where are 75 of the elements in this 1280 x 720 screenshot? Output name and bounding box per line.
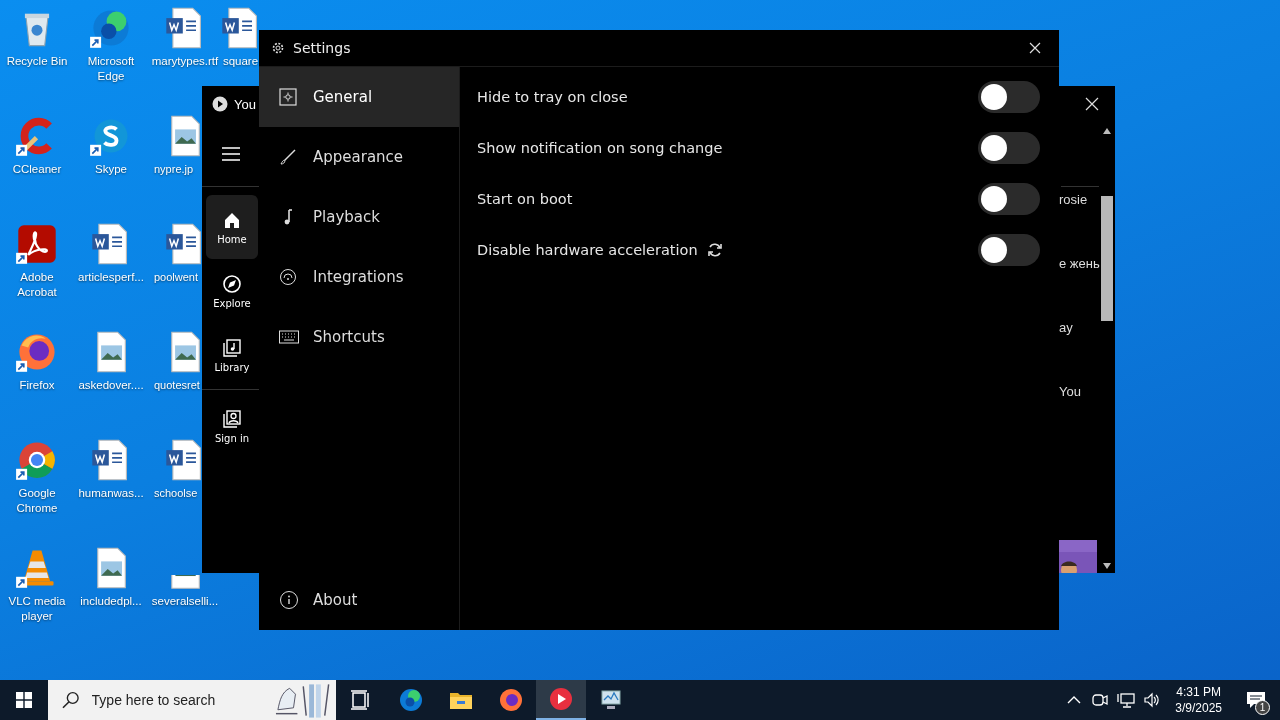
desktop-icon-label: Microsoft Edge bbox=[86, 54, 136, 84]
settings-icon bbox=[271, 41, 285, 55]
close-icon[interactable] bbox=[1029, 42, 1041, 54]
browser-icon bbox=[399, 688, 423, 712]
desktop-icon-label: VLC media player bbox=[7, 594, 67, 624]
settings-nav-item[interactable]: General bbox=[259, 67, 459, 127]
toggle-switch[interactable] bbox=[978, 182, 1040, 215]
toggle-switch[interactable] bbox=[978, 233, 1040, 266]
desktop-icon-label: poolwent bbox=[153, 270, 199, 285]
search-icon bbox=[62, 691, 80, 709]
setting-label: Start on boot bbox=[477, 190, 573, 207]
settings-nav-item[interactable]: Appearance bbox=[259, 127, 459, 187]
window-title: Settings bbox=[293, 40, 351, 56]
desktop-icon-label: Adobe Acrobat bbox=[16, 270, 58, 300]
desktop-icon-label: CCleaner bbox=[12, 162, 62, 177]
song-title[interactable]: rosie bbox=[1059, 192, 1088, 207]
setting-label: Disable hardware acceleration bbox=[477, 241, 698, 258]
song-title[interactable]: ay bbox=[1059, 320, 1073, 335]
volume-icon[interactable] bbox=[1143, 691, 1162, 709]
gauge-icon bbox=[279, 268, 299, 286]
close-icon[interactable] bbox=[1085, 97, 1099, 111]
gear-square-icon bbox=[279, 88, 299, 106]
window-title: You bbox=[234, 96, 256, 112]
song-title[interactable]: You bbox=[1059, 384, 1081, 399]
menu-icon[interactable] bbox=[221, 147, 240, 161]
scroll-down-icon[interactable] bbox=[1103, 563, 1111, 569]
windows-start-icon[interactable] bbox=[16, 692, 32, 708]
desktop-icon-label: humanwas... bbox=[78, 486, 144, 501]
browser-icon bbox=[499, 688, 523, 712]
keyboard-icon bbox=[279, 328, 299, 346]
scrollbar-thumb[interactable] bbox=[1101, 196, 1113, 321]
desktop-icon-label: Google Chrome bbox=[15, 486, 59, 516]
word-document-icon[interactable] bbox=[222, 6, 259, 50]
music-library-icon bbox=[222, 337, 242, 358]
desktop-icon-label: nypre.jp bbox=[153, 162, 194, 177]
clock-time[interactable]: 4:31 PM bbox=[1176, 684, 1221, 700]
settings-nav-item[interactable]: Shortcuts bbox=[259, 307, 459, 367]
person-icon bbox=[222, 408, 242, 429]
monitor-icon bbox=[599, 688, 623, 712]
desktop-icon-label: severalselli... bbox=[151, 594, 219, 609]
compass-icon bbox=[222, 273, 242, 294]
desktop-icon-label: articlesperf... bbox=[78, 270, 144, 285]
word-document-icon[interactable] bbox=[163, 222, 202, 266]
settings-nav-item[interactable]: Playback bbox=[259, 187, 459, 247]
toggle-switch[interactable] bbox=[978, 131, 1040, 164]
desktop-icon-label: Firefox bbox=[19, 378, 55, 393]
search-field[interactable]: Type here to search bbox=[89, 691, 264, 709]
nav-item[interactable]: Home bbox=[206, 195, 258, 259]
desktop-icon-label: askedover.... bbox=[78, 378, 144, 393]
nav-item[interactable]: Library bbox=[206, 323, 258, 387]
clock-date[interactable]: 3/9/2025 bbox=[1175, 700, 1222, 716]
play-icon bbox=[212, 96, 228, 112]
desktop-icon-label: quotesret bbox=[153, 378, 200, 393]
word-document-icon[interactable] bbox=[163, 438, 202, 482]
toggle-switch[interactable] bbox=[978, 80, 1040, 113]
desktop-icon-label: marytypes.rtf bbox=[151, 54, 219, 69]
play-icon bbox=[549, 687, 573, 711]
nav-item[interactable]: Explore bbox=[206, 259, 258, 323]
settings-nav-item[interactable]: Integrations bbox=[259, 247, 459, 307]
desktop-icon-label: Recycle Bin bbox=[6, 54, 68, 69]
setting-label: Hide to tray on close bbox=[477, 88, 628, 105]
info-icon bbox=[279, 591, 299, 609]
pdf-app-icon[interactable] bbox=[15, 222, 59, 266]
desktop-icon-label: includedpl... bbox=[80, 594, 142, 609]
desktop-icon-label: schoolse bbox=[153, 486, 198, 501]
scroll-up-icon[interactable] bbox=[1103, 128, 1111, 134]
song-title[interactable]: е жень bbox=[1059, 256, 1100, 271]
nav-item[interactable]: Sign in bbox=[206, 394, 258, 458]
settings-nav-item[interactable]: About bbox=[259, 570, 459, 630]
desktop-icon-label: Skype bbox=[95, 162, 127, 177]
camera-icon[interactable] bbox=[1091, 691, 1110, 709]
desktop-icon-label: square bbox=[222, 54, 259, 69]
notification-count: 1 bbox=[1255, 700, 1270, 715]
setting-label: Show notification on song change bbox=[477, 139, 723, 156]
network-icon[interactable] bbox=[1117, 691, 1136, 709]
